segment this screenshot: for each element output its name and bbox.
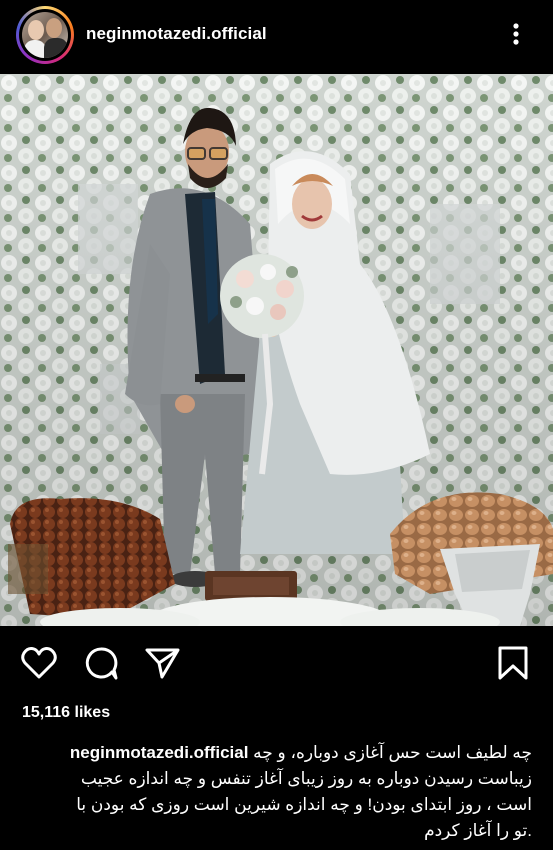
avatar-border — [19, 9, 71, 61]
caption-username[interactable]: neginmotazedi.official — [70, 743, 249, 762]
username[interactable]: neginmotazedi.official — [86, 24, 267, 44]
avatar-face-right — [46, 18, 62, 38]
comment-icon[interactable] — [82, 644, 120, 682]
bookmark-icon[interactable] — [494, 644, 532, 682]
avatar[interactable] — [22, 12, 68, 58]
caption-line: .تو را آغاز کردم — [424, 821, 532, 840]
caption: neginmotazedi.official چه لطیف است حس آغ… — [22, 740, 532, 844]
story-ring[interactable] — [16, 6, 74, 64]
wedding-photo — [0, 74, 553, 626]
more-vertical-icon[interactable] — [506, 20, 526, 50]
avatar-shoulder-right — [44, 38, 68, 58]
caption-text: چه لطیف است حس آغازی دوباره، و چه — [253, 743, 532, 762]
post-photo[interactable] — [0, 74, 553, 626]
caption-first-line: neginmotazedi.official چه لطیف است حس آغ… — [22, 740, 532, 766]
avatar-face-left — [28, 20, 44, 40]
caption-line: است ، روز ابتدای بودن! و چه اندازه شیرین… — [76, 795, 532, 814]
caption-line: زیباست رسیدن دوباره به روز زیبای آغاز تن… — [80, 769, 532, 788]
post-actions — [0, 636, 553, 686]
heart-icon[interactable] — [20, 644, 58, 682]
post-header: neginmotazedi.official — [0, 0, 553, 72]
likes-count[interactable]: 15,116 likes — [22, 704, 110, 722]
send-icon[interactable] — [143, 644, 181, 682]
avatar-shoulder-left — [24, 40, 46, 58]
